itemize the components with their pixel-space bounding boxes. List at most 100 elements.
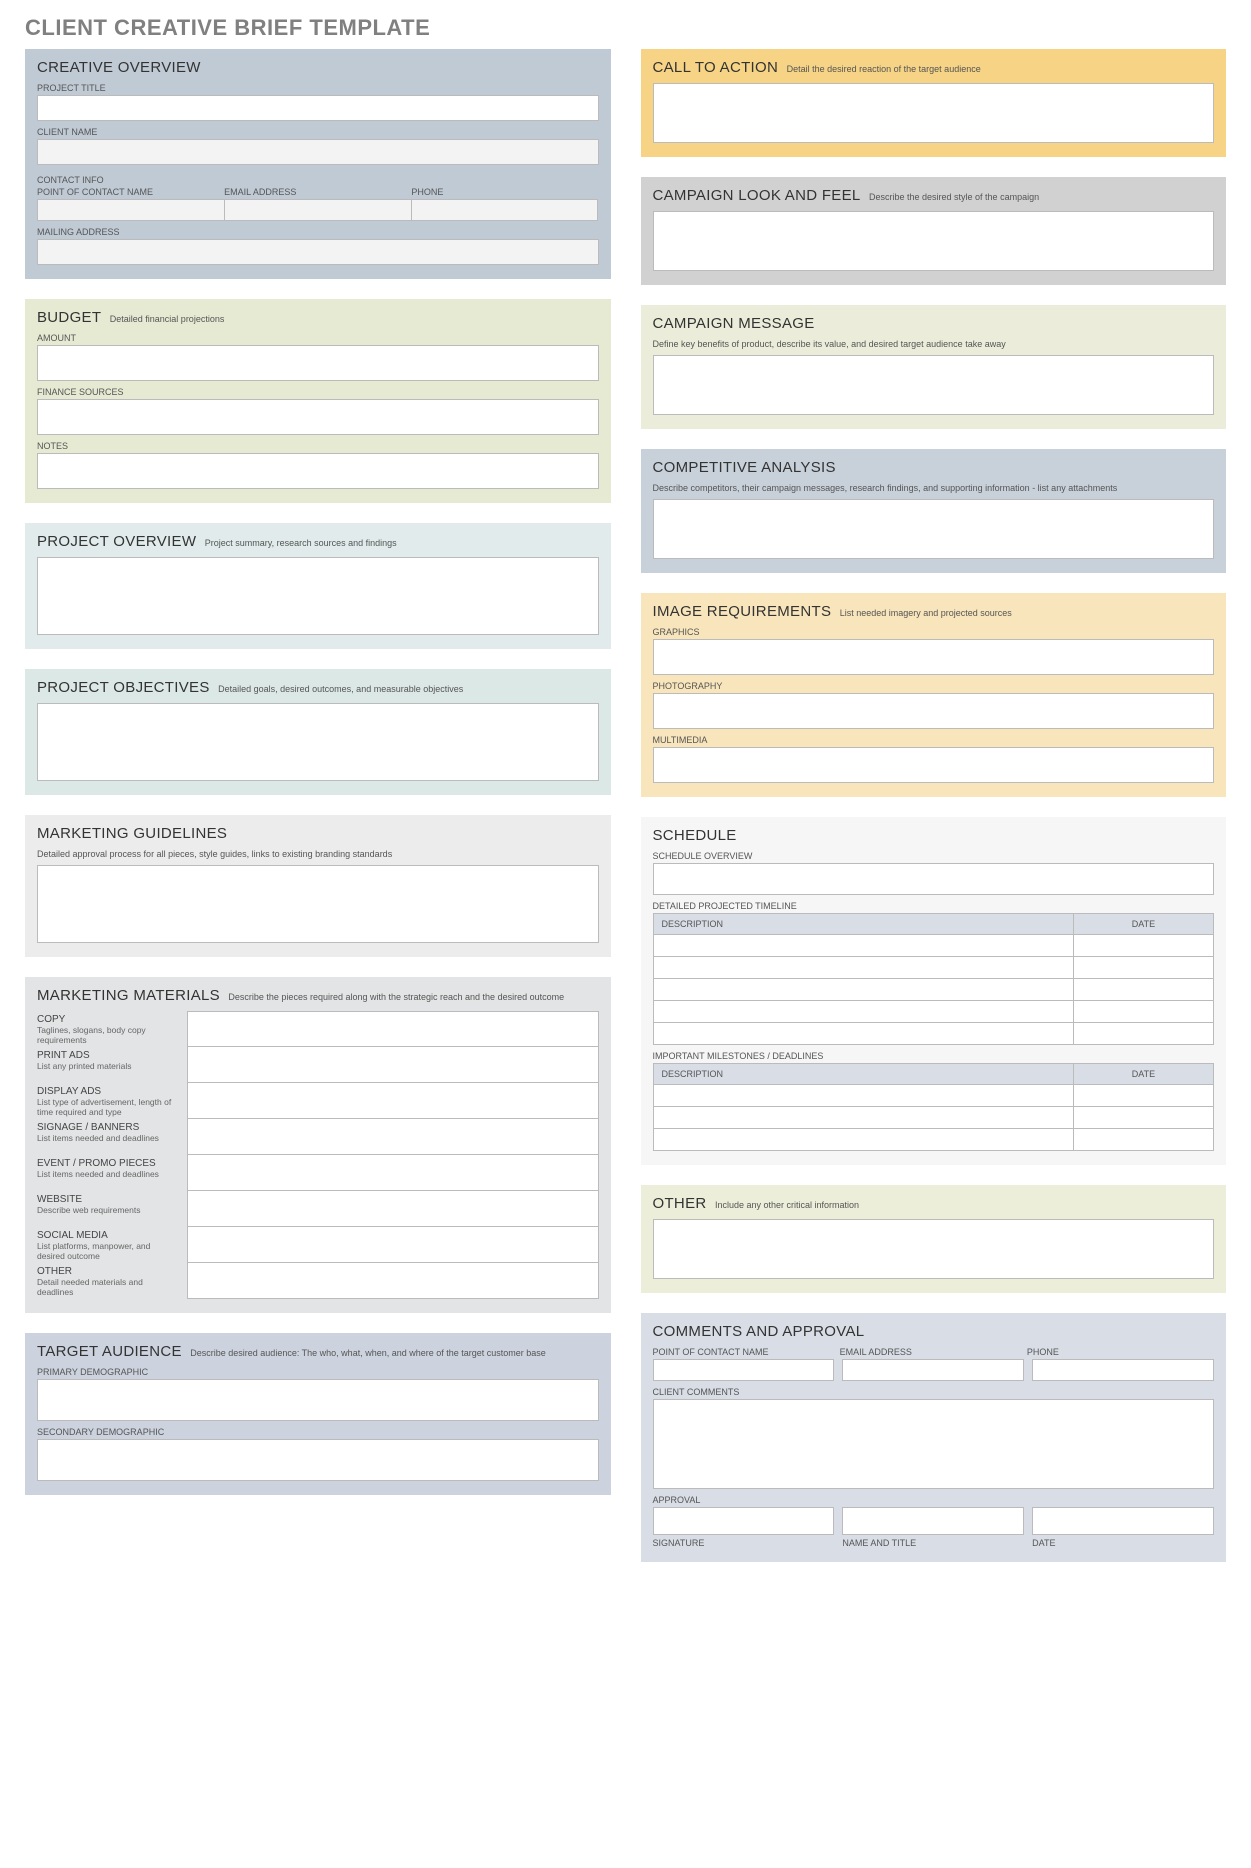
mm-input[interactable] [187,1047,599,1083]
input-primary-demo[interactable] [37,1379,599,1421]
budget-title: BUDGET [37,309,101,326]
mm-input[interactable] [187,1191,599,1227]
mm-row: DISPLAY ADSList type of advertisement, l… [37,1083,599,1119]
input-schedule-overview[interactable] [653,863,1215,895]
mm-input[interactable] [187,1227,599,1263]
cta-title: CALL TO ACTION [653,59,779,76]
input-campaign-look[interactable] [653,211,1215,271]
mm-row: COPYTaglines, slogans, body copy require… [37,1011,599,1047]
campaign-look-title: CAMPAIGN LOOK AND FEEL [653,187,861,204]
label-email: EMAIL ADDRESS [224,187,411,197]
label-signature: SIGNATURE [653,1538,835,1548]
panel-comments-approval: COMMENTS AND APPROVAL POINT OF CONTACT N… [641,1313,1227,1562]
timeline-cell[interactable] [1073,935,1213,957]
timeline-cell[interactable] [1073,957,1213,979]
input-project-objectives[interactable] [37,703,599,781]
input-graphics[interactable] [653,639,1215,675]
input-name-title[interactable] [842,1507,1024,1535]
input-email[interactable] [225,199,412,221]
input-notes[interactable] [37,453,599,489]
mm-row: WEBSITEDescribe web requirements [37,1191,599,1227]
input-client-comments[interactable] [653,1399,1215,1489]
input-cta[interactable] [653,83,1215,143]
mm-row: PRINT ADSList any printed materials [37,1047,599,1083]
input-poc-name[interactable] [37,199,225,221]
mm-label: SIGNAGE / BANNERSList items needed and d… [37,1119,187,1155]
label-amount: AMOUNT [37,333,599,343]
input-multimedia[interactable] [653,747,1215,783]
timeline-cell[interactable] [653,935,1073,957]
input-signature[interactable] [653,1507,835,1535]
input-project-overview[interactable] [37,557,599,635]
mm-input[interactable] [187,1011,599,1047]
timeline-cell[interactable] [653,979,1073,1001]
input-ca-poc[interactable] [653,1359,835,1381]
label-approval: APPROVAL [653,1495,1215,1505]
timeline-cell[interactable] [1073,1001,1213,1023]
panel-other: OTHER Include any other critical informa… [641,1185,1227,1293]
label-photography: PHOTOGRAPHY [653,681,1215,691]
milestone-cell[interactable] [1073,1107,1213,1129]
page-title: CLIENT CREATIVE BRIEF TEMPLATE [25,15,1226,41]
th-desc-2: DESCRIPTION [653,1064,1073,1085]
timeline-cell[interactable] [653,1023,1073,1045]
label-ca-poc: POINT OF CONTACT NAME [653,1347,840,1357]
input-secondary-demo[interactable] [37,1439,599,1481]
timeline-cell[interactable] [1073,979,1213,1001]
mm-input[interactable] [187,1083,599,1119]
timeline-cell[interactable] [653,957,1073,979]
panel-marketing-guidelines: MARKETING GUIDELINES Detailed approval p… [25,815,611,957]
label-poc-name: POINT OF CONTACT NAME [37,187,224,197]
input-ca-email[interactable] [842,1359,1024,1381]
milestone-cell[interactable] [1073,1085,1213,1107]
label-milestones: IMPORTANT MILESTONES / DEADLINES [653,1051,1215,1061]
budget-sub: Detailed financial projections [110,314,225,324]
input-competitive[interactable] [653,499,1215,559]
comments-title: COMMENTS AND APPROVAL [653,1323,865,1340]
input-amount[interactable] [37,345,599,381]
mm-label-name: COPY [37,1014,179,1025]
milestone-cell[interactable] [1073,1129,1213,1151]
input-photography[interactable] [653,693,1215,729]
mm-row: EVENT / PROMO PIECESList items needed an… [37,1155,599,1191]
milestone-cell[interactable] [653,1085,1073,1107]
mm-label-desc: Taglines, slogans, body copy requirement… [37,1025,179,1045]
input-campaign-message[interactable] [653,355,1215,415]
mm-row: SOCIAL MEDIAList platforms, manpower, an… [37,1227,599,1263]
panel-creative-overview: CREATIVE OVERVIEW PROJECT TITLE CLIENT N… [25,49,611,279]
label-graphics: GRAPHICS [653,627,1215,637]
mm-input[interactable] [187,1155,599,1191]
input-project-title[interactable] [37,95,599,121]
cta-sub: Detail the desired reaction of the targe… [787,64,981,74]
label-notes: NOTES [37,441,599,451]
label-name-title: NAME AND TITLE [842,1538,1024,1548]
image-req-title: IMAGE REQUIREMENTS [653,603,832,620]
milestone-cell[interactable] [653,1129,1073,1151]
input-other[interactable] [653,1219,1215,1279]
mm-label-name: SIGNAGE / BANNERS [37,1122,179,1133]
table-timeline: DESCRIPTION DATE [653,913,1215,1045]
campaign-message-sub: Define key benefits of product, describe… [653,339,1215,349]
input-mailing[interactable] [37,239,599,265]
project-objectives-sub: Detailed goals, desired outcomes, and me… [218,684,463,694]
mm-input[interactable] [187,1263,599,1299]
label-timeline: DETAILED PROJECTED TIMELINE [653,901,1215,911]
input-client-name[interactable] [37,139,599,165]
input-finance-sources[interactable] [37,399,599,435]
competitive-sub: Describe competitors, their campaign mes… [653,483,1215,493]
milestone-cell[interactable] [653,1107,1073,1129]
mm-label-name: DISPLAY ADS [37,1086,179,1097]
input-ca-phone[interactable] [1032,1359,1214,1381]
mm-input[interactable] [187,1119,599,1155]
input-phone[interactable] [412,199,599,221]
input-marketing-guidelines[interactable] [37,865,599,943]
input-date[interactable] [1032,1507,1214,1535]
label-date: DATE [1032,1538,1214,1548]
label-finance-sources: FINANCE SOURCES [37,387,599,397]
campaign-message-title: CAMPAIGN MESSAGE [653,315,815,332]
panel-marketing-materials: MARKETING MATERIALS Describe the pieces … [25,977,611,1313]
label-project-title: PROJECT TITLE [37,83,599,93]
timeline-cell[interactable] [1073,1023,1213,1045]
other-title: OTHER [653,1195,707,1212]
timeline-cell[interactable] [653,1001,1073,1023]
